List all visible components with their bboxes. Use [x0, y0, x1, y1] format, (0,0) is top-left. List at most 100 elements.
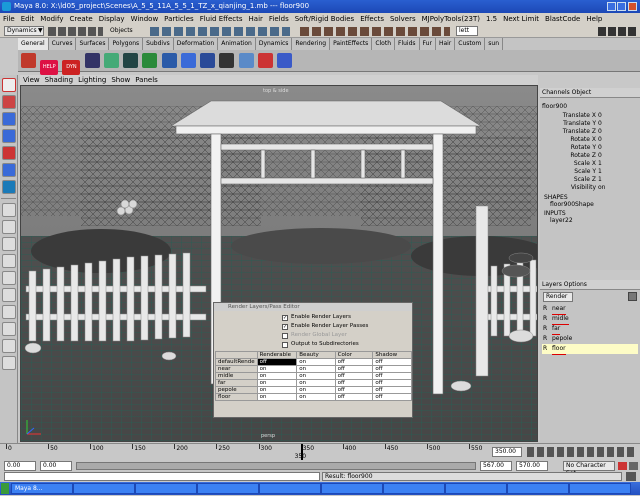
dyn-icon[interactable]: DYN	[62, 60, 81, 75]
shelf-tab[interactable]: Deformation	[174, 38, 219, 50]
input-name[interactable]: layer22	[540, 217, 640, 224]
checkbox-empty-icon[interactable]	[282, 341, 288, 348]
table-cell[interactable]: on	[296, 365, 336, 373]
table-cell[interactable]: on	[256, 365, 298, 373]
channel-attribute-row[interactable]: Rotate Z0	[540, 152, 640, 160]
shelf-tab[interactable]: PaintEffects	[330, 38, 373, 50]
checkbox-row[interactable]: ✓ Enable Render Layers	[282, 313, 368, 322]
shelf-icon-8[interactable]	[161, 53, 177, 68]
move-tool-icon[interactable]	[2, 112, 16, 126]
table-cell[interactable]: off	[334, 365, 374, 373]
channel-attribute-value[interactable]: 0	[598, 152, 602, 160]
shelf-tab[interactable]: General	[18, 38, 49, 50]
channel-attribute-row[interactable]: Rotate X0	[540, 136, 640, 144]
checkbox-row[interactable]: ✓ Enable Render Layer Passes	[282, 322, 368, 331]
range-bar[interactable]	[76, 462, 476, 470]
table-cell[interactable]: off	[334, 358, 374, 366]
table-row[interactable]: floor on on off off	[215, 393, 412, 401]
table-row[interactable]: far on on off off	[215, 379, 412, 387]
menu-item[interactable]: Fluid Effects	[200, 15, 243, 23]
table-cell[interactable]: on	[296, 386, 336, 394]
panel-menu-item[interactable]: Lighting	[78, 76, 106, 84]
start-button[interactable]	[1, 483, 9, 494]
table-cell[interactable]: on	[256, 379, 298, 387]
end-time-field[interactable]: 570.00	[516, 461, 548, 471]
checkbox-empty-icon[interactable]	[282, 332, 288, 339]
shelf-tab[interactable]: Dynamics	[256, 38, 293, 50]
shelf-tab[interactable]: Custom	[455, 38, 486, 50]
table-cell[interactable]: off	[334, 372, 374, 380]
current-frame-field[interactable]: 350.00	[492, 447, 522, 457]
layer-render-flag[interactable]: R	[543, 344, 547, 354]
anim-prefs-icon[interactable]	[629, 462, 638, 470]
taskbar-item[interactable]	[259, 483, 321, 494]
shelf-icon-10[interactable]	[200, 53, 216, 68]
panel-toggle-icons[interactable]	[598, 27, 636, 36]
shelf-tab[interactable]: Hair	[436, 38, 456, 50]
shelf-tab[interactable]: Surfaces	[76, 38, 110, 50]
table-cell[interactable]: on	[296, 372, 336, 380]
layer-render-flag[interactable]: R	[543, 314, 547, 324]
table-row[interactable]: defaultRende off on off off	[215, 358, 412, 366]
layout-custom-icon[interactable]	[2, 339, 16, 353]
layout-persp-graph-icon[interactable]	[2, 271, 16, 285]
shelf-tab[interactable]: Fluids	[395, 38, 420, 50]
table-row[interactable]: pepole on on off off	[215, 386, 412, 394]
layer-render-flag[interactable]: R	[543, 324, 547, 334]
layer-row[interactable]: Rfloor	[542, 344, 638, 355]
taskbar-item[interactable]	[135, 483, 197, 494]
auto-key-icon[interactable]	[618, 462, 627, 470]
table-cell[interactable]: on	[296, 358, 336, 366]
table-cell[interactable]: off	[372, 386, 412, 394]
layer-row[interactable]: Rfar	[542, 324, 638, 335]
taskbar-item[interactable]: Maya 8...	[11, 483, 73, 494]
menu-item[interactable]: Hair	[249, 15, 263, 23]
shelf-icon-13[interactable]	[257, 53, 273, 68]
rotate-tool-icon[interactable]	[2, 129, 16, 143]
table-cell[interactable]: off	[334, 379, 374, 387]
layer-render-flag[interactable]: R	[543, 334, 547, 344]
layer-type-dropdown[interactable]: Render	[543, 292, 573, 302]
layout-single-icon[interactable]	[2, 203, 16, 217]
checkbox-row[interactable]: Output to Subdirectories	[282, 340, 368, 349]
menu-item[interactable]: Soft/Rigid Bodies	[295, 15, 354, 23]
shelf-icon-7[interactable]	[142, 53, 158, 68]
shelf-icon-12[interactable]	[238, 53, 254, 68]
layout-outliner-icon[interactable]	[2, 288, 16, 302]
channel-attribute-row[interactable]: Translate Y0	[540, 120, 640, 128]
table-cell[interactable]: off	[372, 365, 412, 373]
shelf-tab[interactable]: Polygons	[109, 38, 144, 50]
playback-end-field[interactable]: 567.00	[480, 461, 512, 471]
table-cell[interactable]: on	[296, 393, 336, 401]
start-time-field[interactable]: 0.00	[4, 461, 36, 471]
layout-side-icon[interactable]	[2, 237, 16, 251]
shelf-tab[interactable]: Rendering	[292, 38, 331, 50]
table-cell[interactable]: on	[296, 379, 336, 387]
panel-menu-item[interactable]: View	[23, 76, 40, 84]
shelf-icon-5[interactable]	[103, 53, 119, 68]
character-set-dropdown[interactable]: No Character Set	[563, 461, 615, 477]
table-cell[interactable]: on	[256, 372, 298, 380]
shelf-icon-1[interactable]	[21, 53, 36, 68]
menu-item[interactable]: MJPolyTools(23T)	[422, 15, 480, 23]
panel-menu-item[interactable]: Panels	[135, 76, 158, 84]
menu-item[interactable]: Effects	[360, 15, 384, 23]
layer-render-flag[interactable]: R	[543, 304, 547, 314]
shelf-icon-6[interactable]	[123, 53, 139, 68]
checkbox-checked-icon[interactable]: ✓	[282, 323, 288, 330]
checkbox-checked-icon[interactable]: ✓	[282, 314, 288, 321]
table-cell[interactable]: off	[256, 358, 298, 366]
channel-attribute-value[interactable]: 0	[598, 136, 602, 144]
shelf-tab[interactable]: Animation	[218, 38, 256, 50]
shape-name[interactable]: floor900Shape	[540, 201, 640, 208]
menu-item[interactable]: 1.5	[486, 15, 497, 23]
layer-options-icon[interactable]	[628, 292, 637, 301]
taskbar-item[interactable]	[73, 483, 135, 494]
layout-hypershade-icon[interactable]	[2, 305, 16, 319]
table-cell[interactable]: on	[256, 386, 298, 394]
shelf-tab[interactable]: Subdivs	[143, 38, 174, 50]
panel-menu-item[interactable]: Show	[111, 76, 130, 84]
checkbox-row[interactable]: Render Global Layer	[282, 331, 368, 340]
manipulator-tool-icon[interactable]	[2, 163, 16, 177]
shelf-tab[interactable]: Cloth	[372, 38, 395, 50]
